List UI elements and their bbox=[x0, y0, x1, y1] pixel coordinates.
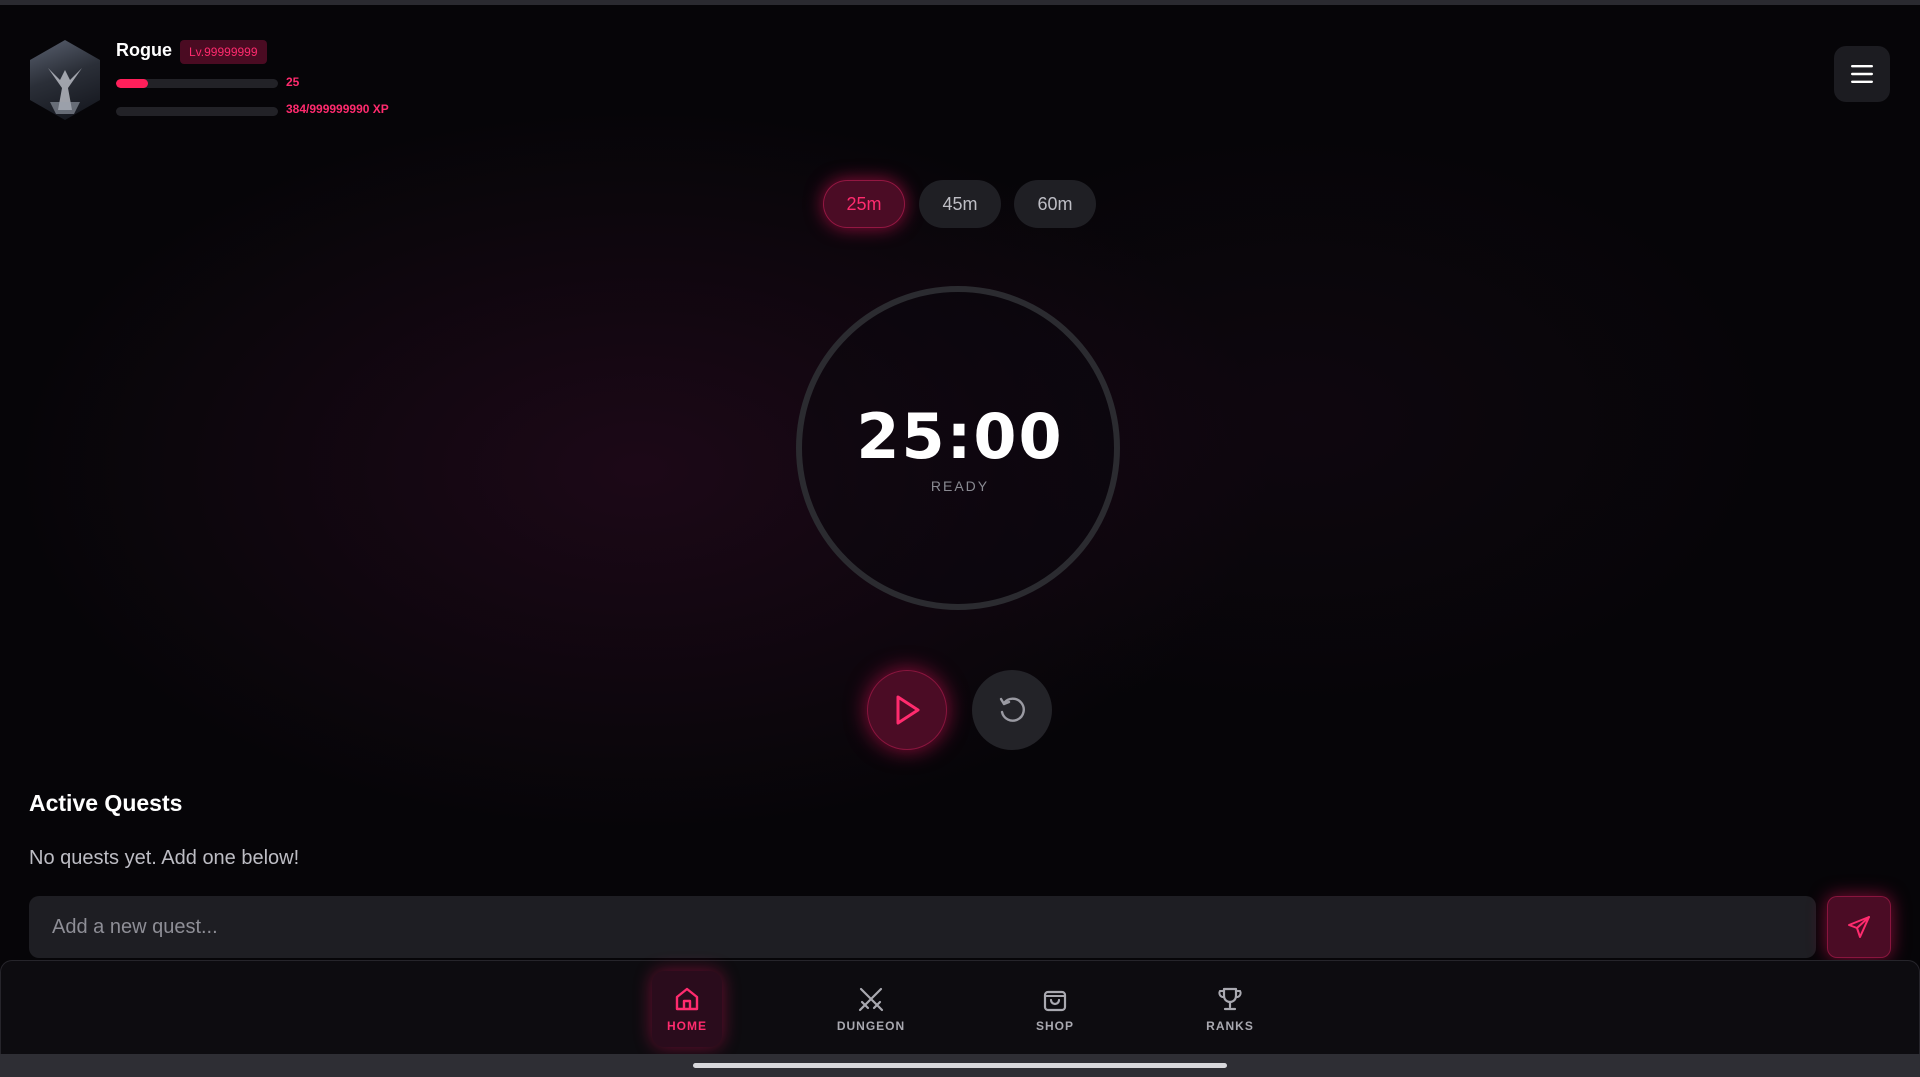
nav-label-dungeon: DUNGEON bbox=[836, 1019, 906, 1033]
top-edge bbox=[0, 0, 1920, 5]
send-icon bbox=[1848, 916, 1870, 938]
home-indicator[interactable] bbox=[693, 1063, 1227, 1068]
nav-label-home: HOME bbox=[667, 1019, 707, 1033]
nav-item-home[interactable]: HOME bbox=[652, 971, 722, 1047]
duration-chip-25m[interactable]: 25m bbox=[823, 180, 905, 228]
level-badge: Lv.99999999 bbox=[180, 40, 267, 64]
app-screen: Rogue Lv.99999999 25 384/999999990 XP 25… bbox=[0, 0, 1920, 1077]
timer-display: 25:00 bbox=[856, 400, 1064, 473]
nav-label-ranks: RANKS bbox=[1206, 1019, 1254, 1033]
reset-button[interactable] bbox=[972, 670, 1052, 750]
play-button[interactable] bbox=[867, 670, 947, 750]
xp-value: 384/999999990 XP bbox=[286, 102, 389, 116]
trophy-icon bbox=[1218, 987, 1242, 1011]
timer-status: READY bbox=[930, 478, 990, 494]
username: Rogue bbox=[116, 40, 172, 60]
nav-item-dungeon[interactable]: DUNGEON bbox=[831, 971, 911, 1047]
add-quest-button[interactable] bbox=[1827, 896, 1891, 958]
menu-button[interactable] bbox=[1834, 46, 1890, 102]
nav-item-shop[interactable]: SHOP bbox=[1025, 971, 1085, 1047]
duration-chip-60m[interactable]: 60m bbox=[1014, 180, 1096, 228]
hp-value: 25 bbox=[286, 75, 300, 89]
nav-label-shop: SHOP bbox=[1035, 1019, 1074, 1033]
reset-icon bbox=[999, 697, 1025, 722]
hp-bar bbox=[116, 79, 278, 88]
new-quest-input[interactable] bbox=[29, 896, 1816, 958]
hamburger-menu-icon bbox=[1851, 65, 1873, 83]
xp-bar bbox=[116, 107, 278, 116]
active-quests-title: Active Quests bbox=[29, 790, 183, 816]
empty-quests-message: No quests yet. Add one below! bbox=[29, 847, 300, 869]
crossed-swords-icon bbox=[858, 987, 884, 1012]
duration-selector: 25m 45m 60m bbox=[0, 180, 1920, 228]
home-icon bbox=[675, 987, 699, 1011]
shopping-bag-icon bbox=[1043, 990, 1067, 1012]
avatar[interactable] bbox=[30, 40, 100, 120]
duration-chip-45m[interactable]: 45m bbox=[919, 180, 1001, 228]
nav-item-ranks[interactable]: RANKS bbox=[1200, 971, 1260, 1047]
play-icon bbox=[896, 695, 920, 725]
rogue-silhouette-icon bbox=[48, 68, 82, 114]
bottom-nav: HOME DUNGEON SHOP RANKS bbox=[0, 960, 1920, 1054]
hp-bar-fill bbox=[116, 79, 149, 88]
